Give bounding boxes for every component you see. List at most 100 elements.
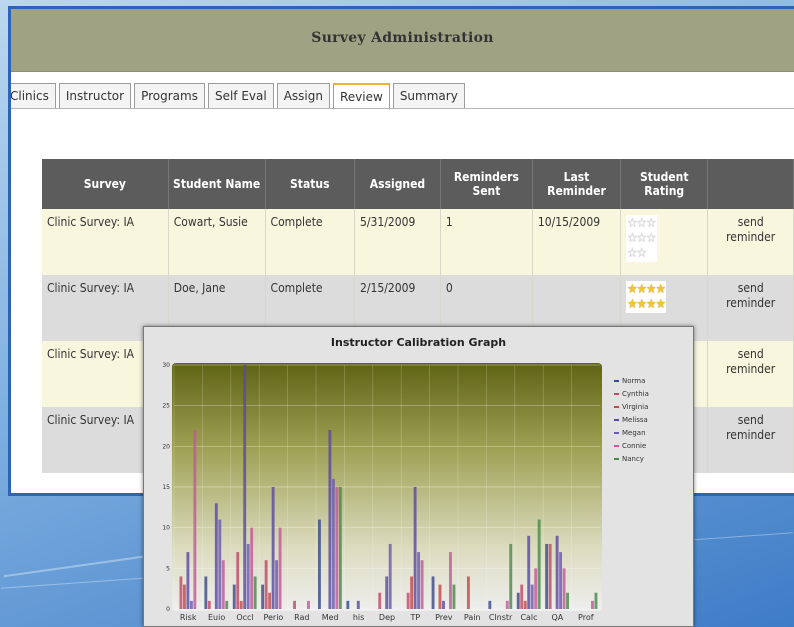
x-tick-label: Rad [294, 613, 309, 622]
header-assigned[interactable]: Assigned [354, 159, 441, 209]
x-tick-label: Pain [464, 613, 481, 622]
legend-label: Virginia [622, 403, 649, 411]
bar [189, 600, 193, 609]
bar [505, 600, 509, 609]
star-rating-icon: ★★★★ ★★★★ [627, 282, 666, 312]
bar [264, 560, 268, 609]
y-tick-label: 10 [162, 525, 170, 532]
legend-item: Nancy [614, 453, 649, 466]
header-student-name[interactable]: Student Name [168, 159, 266, 209]
legend-label: Melissa [622, 416, 648, 424]
bar [442, 600, 445, 609]
star-rating-icon: ☆☆☆ ☆☆☆ ☆☆ [627, 216, 656, 261]
cell-survey: Clinic Survey: IA [42, 209, 169, 275]
tab-programs[interactable]: Programs [134, 83, 205, 109]
bar [207, 600, 211, 609]
y-tick-label: 30 [162, 362, 170, 369]
send-reminder-link[interactable]: send reminder [707, 275, 794, 341]
legend-item: Melissa [614, 414, 649, 427]
bar [218, 519, 222, 609]
bar [378, 592, 382, 609]
legend-label: Nancy [622, 455, 644, 463]
bar [232, 584, 236, 609]
send-reminder-link[interactable]: send reminder [707, 407, 794, 473]
x-axis: Risk Euio Occl Perio Rad Med his Dep TP Prev Pain C… [180, 613, 594, 622]
x-tick-label: Euio [208, 613, 225, 622]
bar [523, 600, 527, 609]
bar [278, 527, 282, 609]
y-axis: 0 5 10 15 20 25 30 [162, 362, 170, 613]
header-last-reminder[interactable]: Last Reminder [532, 159, 622, 209]
bar [438, 584, 442, 609]
cell-assigned: 5/31/2009 [354, 209, 441, 275]
bar [239, 600, 243, 609]
bar [488, 600, 492, 609]
bar [268, 592, 272, 609]
tab-clinics[interactable]: Clinics [11, 83, 56, 109]
y-tick-label: 25 [162, 403, 170, 410]
y-tick-label: 15 [162, 484, 170, 491]
bar [388, 543, 392, 609]
x-tick-label: Prev [435, 613, 453, 622]
bar [318, 519, 321, 609]
bar [335, 487, 339, 609]
tab-review[interactable]: Review [332, 83, 390, 110]
bar [331, 478, 335, 609]
bar [225, 600, 229, 609]
bar [406, 592, 410, 609]
bar [562, 568, 566, 609]
send-reminder-link[interactable]: send reminder [707, 209, 794, 275]
header-reminders-sent[interactable]: Reminders Sent [440, 159, 533, 209]
legend-item: Norma [614, 375, 649, 388]
bar [275, 560, 279, 609]
bar [410, 576, 414, 609]
header-survey[interactable]: Survey [42, 159, 169, 209]
bar [545, 543, 549, 609]
legend-swatch [614, 419, 619, 421]
bar [516, 592, 520, 609]
bar [204, 576, 208, 609]
legend-swatch [614, 432, 619, 434]
legend-item: Connie [614, 440, 649, 453]
header-action [707, 159, 794, 209]
send-reminder-link[interactable]: send reminder [707, 341, 794, 407]
cell-status: Complete [265, 209, 356, 275]
tab-instructor[interactable]: Instructor [58, 83, 132, 109]
bar [307, 600, 310, 609]
bar [559, 552, 563, 609]
tab-summary[interactable]: Summary [392, 83, 465, 109]
title-bar: Survey Administration [11, 9, 794, 72]
tab-assign[interactable]: Assign [276, 83, 330, 109]
legend: Norma Cynthia Virginia Melissa Megan Connie Na… [614, 375, 649, 466]
bar [420, 560, 424, 609]
bar [452, 584, 456, 609]
x-tick-label: Dep [379, 613, 395, 622]
legend-swatch [614, 406, 619, 408]
y-tick-label: 0 [166, 606, 170, 613]
bar [243, 365, 247, 609]
bar [509, 543, 513, 609]
tab-self-eval[interactable]: Self Eval [207, 83, 274, 109]
cell-student-name: Cowart, Susie [168, 209, 266, 275]
x-tick-label: Perio [263, 613, 283, 622]
bar [271, 487, 275, 609]
bar [246, 543, 250, 609]
bar [328, 430, 332, 609]
x-tick-label: Prof [578, 613, 594, 622]
bar [537, 519, 541, 609]
x-tick-label: Occl [236, 613, 253, 622]
header-student-rating[interactable]: Student Rating [620, 159, 709, 209]
bar [591, 600, 594, 609]
x-tick-label: Risk [180, 613, 197, 622]
bar [594, 592, 598, 609]
header-status[interactable]: Status [265, 159, 356, 209]
bar [520, 584, 524, 609]
bar [221, 560, 225, 609]
bar [338, 487, 342, 609]
legend-item: Cynthia [614, 388, 649, 401]
bar [356, 600, 360, 609]
table-header-row: Survey Student Name Status Assigned Remi… [42, 159, 794, 209]
table-row: Clinic Survey: IA Cowart, Susie Complete… [42, 209, 794, 275]
bar [293, 600, 296, 609]
x-tick-label: TP [410, 613, 421, 622]
